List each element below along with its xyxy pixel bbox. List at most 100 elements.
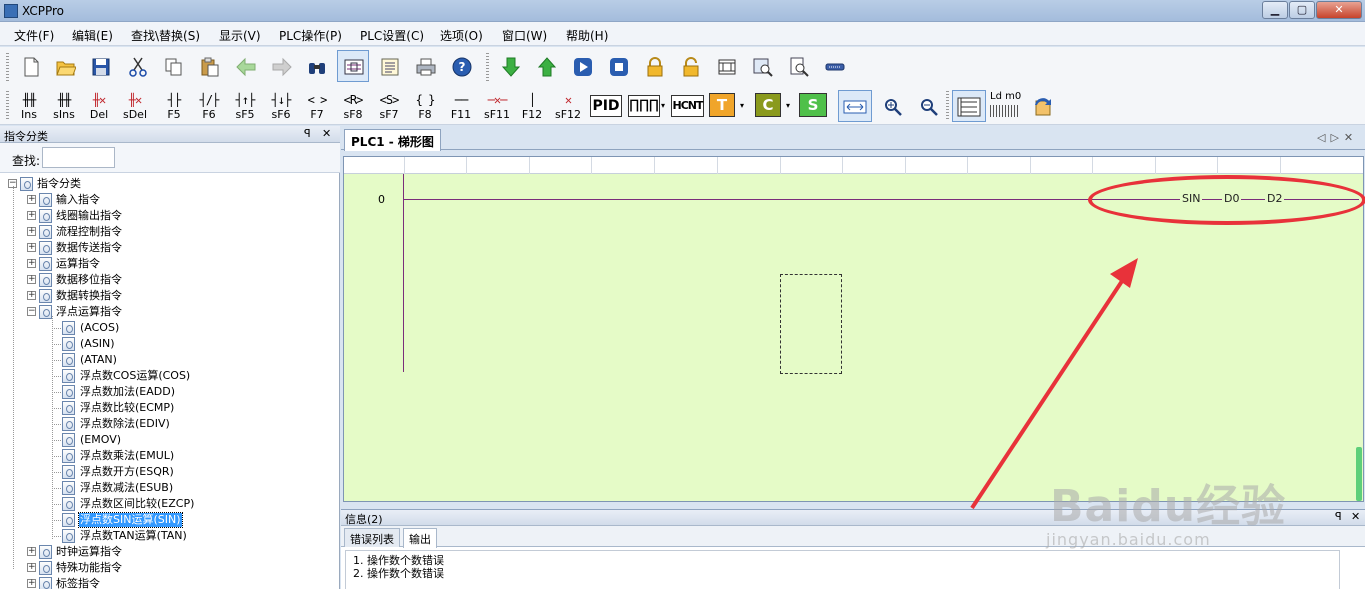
ladder-grid-button[interactable] xyxy=(952,90,986,122)
expand-icon[interactable]: + xyxy=(27,195,36,204)
tree-leaf[interactable]: 浮点数加法(EADD) xyxy=(0,384,330,400)
column-width-button[interactable] xyxy=(838,90,872,122)
tree-leaf[interactable]: 浮点数减法(ESUB) xyxy=(0,480,330,496)
unlock-button[interactable] xyxy=(674,50,706,82)
cut-button[interactable] xyxy=(121,50,153,82)
search-input[interactable] xyxy=(42,147,115,168)
menu-edit[interactable]: 编辑(E) xyxy=(72,27,113,44)
menu-options[interactable]: 选项(O) xyxy=(440,27,483,44)
instruction-list-button[interactable] xyxy=(373,50,405,82)
tab-output[interactable]: 输出 xyxy=(403,528,437,548)
paste-button[interactable] xyxy=(193,50,225,82)
tree-leaf[interactable]: (ACOS) xyxy=(0,320,330,336)
ladder-view-button[interactable] xyxy=(337,50,369,82)
minimize-button[interactable]: ▁ xyxy=(1262,1,1288,19)
ladder-tool-f6[interactable]: ┤/├ F6 xyxy=(192,89,226,123)
run-button[interactable] xyxy=(566,50,598,82)
menu-view[interactable]: 显示(V) xyxy=(219,27,261,44)
tree-leaf[interactable]: 浮点数SIN运算(SIN) xyxy=(0,512,330,528)
upload-button[interactable] xyxy=(530,50,562,82)
tree-leaf[interactable]: 浮点数乘法(EMUL) xyxy=(0,448,330,464)
ladder-tool-ins[interactable]: ╫╫ Ins xyxy=(12,89,46,123)
expand-icon[interactable]: + xyxy=(27,211,36,220)
pulse-output-button[interactable]: ∏∏∏ ▾ xyxy=(627,89,667,123)
download-button[interactable] xyxy=(494,50,526,82)
tree-leaf[interactable]: 浮点数比较(ECMP) xyxy=(0,400,330,416)
expand-icon[interactable]: + xyxy=(27,291,36,300)
ladder-tool-sf8[interactable]: <R> sF8 xyxy=(336,89,370,123)
tree-leaf[interactable]: (ATAN) xyxy=(0,352,330,368)
tab-nav-controls[interactable]: ◁▷✕ xyxy=(1317,131,1358,144)
close-panel-icon[interactable]: ✕ xyxy=(1351,510,1360,523)
maximize-button[interactable]: ▢ xyxy=(1289,1,1315,19)
save-button[interactable] xyxy=(84,50,116,82)
toolbar-grip[interactable] xyxy=(6,53,9,81)
ladder-tool-sf6[interactable]: ┤↓├ sF6 xyxy=(264,89,298,123)
monitor-search-button[interactable] xyxy=(746,50,778,82)
tree-leaf[interactable]: (ASIN) xyxy=(0,336,330,352)
expand-icon[interactable]: + xyxy=(27,275,36,284)
dropdown-arrow-icon[interactable]: ▾ xyxy=(740,101,744,110)
expand-icon[interactable]: + xyxy=(27,227,36,236)
ladder-tool-sdel[interactable]: ╫✕ sDel xyxy=(118,89,152,123)
tree-node[interactable]: + 数据转换指令 xyxy=(0,288,330,304)
ladder-diagram[interactable]: 0 SIN D0 D2 xyxy=(343,156,1365,502)
tree-leaf[interactable]: 浮点数TAN运算(TAN) xyxy=(0,528,330,544)
tree-leaf[interactable]: (EMOV) xyxy=(0,432,330,448)
help-button[interactable]: ? xyxy=(445,50,477,82)
ladder-tool-f5[interactable]: ┤├ F5 xyxy=(157,89,191,123)
tree-node[interactable]: + 线圈输出指令 xyxy=(0,208,330,224)
vertical-scrollbar-thumb[interactable] xyxy=(1356,447,1362,501)
expand-icon[interactable]: + xyxy=(27,579,36,588)
expand-icon[interactable]: + xyxy=(27,259,36,268)
ladder-tool-sf11[interactable]: ─✕─ sF11 xyxy=(480,89,514,123)
ladder-tool-sf7[interactable]: <S> sF7 xyxy=(372,89,406,123)
dropdown-arrow-icon[interactable]: ▾ xyxy=(786,101,790,110)
ladder-tool-del[interactable]: ╫✕ Del xyxy=(82,89,116,123)
tree-node[interactable]: + 数据传送指令 xyxy=(0,240,330,256)
toolbar-grip[interactable] xyxy=(6,91,9,121)
tree-node[interactable]: + 流程控制指令 xyxy=(0,224,330,240)
tree-node[interactable]: − 浮点运算指令 xyxy=(0,304,330,320)
timer-button[interactable]: T xyxy=(709,93,735,117)
ladder-tool-sins[interactable]: ╫╫ sIns xyxy=(47,89,81,123)
tree-leaf[interactable]: 浮点数区间比较(EZCP) xyxy=(0,496,330,512)
menu-plc-operation[interactable]: PLC操作(P) xyxy=(279,27,342,44)
toolbar-grip[interactable] xyxy=(486,53,489,81)
ladder-tool-sf5[interactable]: ┤↑├ sF5 xyxy=(228,89,262,123)
edit-cursor-box[interactable] xyxy=(780,274,842,374)
pin-icon[interactable]: ꟼ xyxy=(1335,510,1342,523)
toolbar-grip[interactable] xyxy=(946,91,949,121)
expand-icon[interactable]: + xyxy=(27,563,36,572)
pin-icon[interactable]: ꟼ xyxy=(304,127,311,140)
pid-button[interactable]: PID xyxy=(589,89,623,123)
ladder-tool-sf12[interactable]: ✕ sF12 xyxy=(551,89,585,123)
ladder-tool-f8[interactable]: { } F8 xyxy=(408,89,442,123)
tree-node[interactable]: − 指令分类 xyxy=(0,176,330,192)
ladder-tool-f11[interactable]: ── F11 xyxy=(444,89,478,123)
ld-m0-button[interactable]: Ld m0 xyxy=(990,91,1024,121)
state-button[interactable]: S xyxy=(799,93,827,117)
tree-node[interactable]: + 时钟运算指令 xyxy=(0,544,330,560)
film-button[interactable] xyxy=(710,50,742,82)
menu-window[interactable]: 窗口(W) xyxy=(502,27,547,44)
tree-leaf[interactable]: 浮点数开方(ESQR) xyxy=(0,464,330,480)
document-search-button[interactable] xyxy=(782,50,814,82)
close-button[interactable]: ✕ xyxy=(1316,1,1362,19)
tree-leaf[interactable]: 浮点数COS运算(COS) xyxy=(0,368,330,384)
tree-leaf[interactable]: 浮点数除法(EDIV) xyxy=(0,416,330,432)
menu-plc-settings[interactable]: PLC设置(C) xyxy=(360,27,424,44)
lock-button[interactable] xyxy=(638,50,670,82)
counter-button[interactable]: C xyxy=(755,93,781,117)
copy-button[interactable] xyxy=(157,50,189,82)
tab-error-list[interactable]: 错误列表 xyxy=(344,528,400,547)
serial-port-button[interactable] xyxy=(818,50,850,82)
menu-file[interactable]: 文件(F) xyxy=(14,27,54,44)
menu-find-replace[interactable]: 查找\替换(S) xyxy=(131,27,200,44)
find-button[interactable] xyxy=(300,50,332,82)
expand-icon[interactable]: + xyxy=(27,243,36,252)
refresh-convert-button[interactable] xyxy=(1026,90,1058,122)
collapse-icon[interactable]: − xyxy=(27,307,36,316)
expand-icon[interactable]: + xyxy=(27,547,36,556)
ladder-tool-f12[interactable]: │ F12 xyxy=(515,89,549,123)
